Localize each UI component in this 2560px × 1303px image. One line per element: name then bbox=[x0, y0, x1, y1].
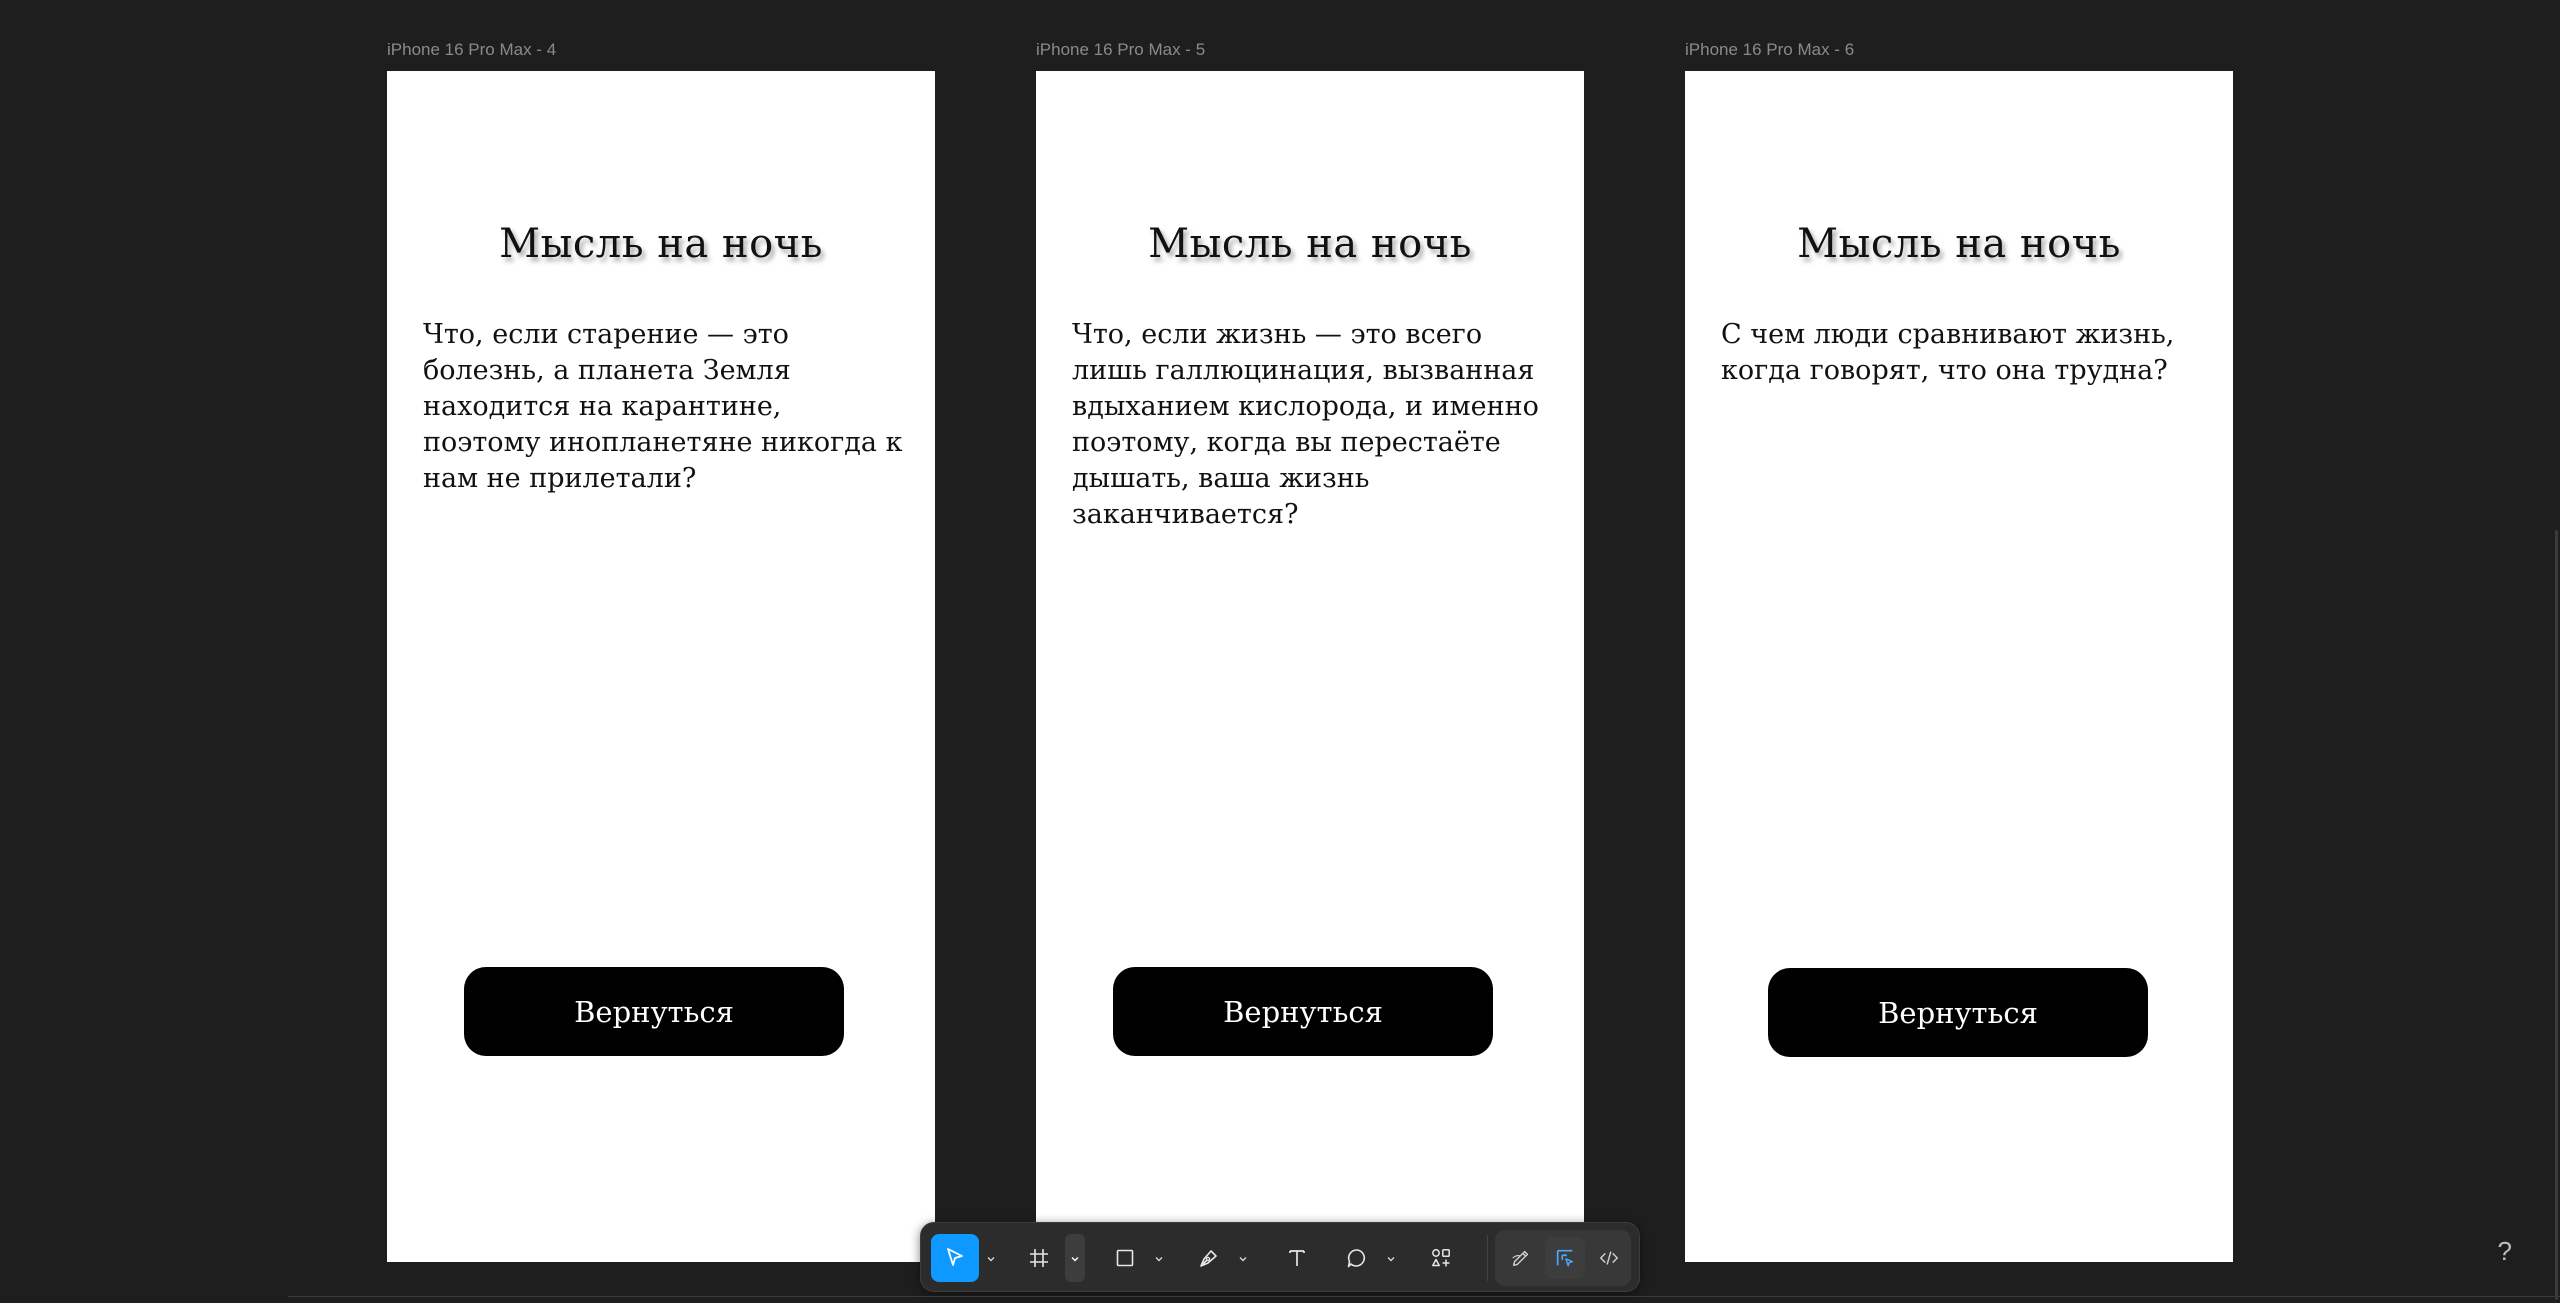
chevron-down-icon bbox=[1386, 1249, 1396, 1268]
actions-icon bbox=[1429, 1246, 1453, 1270]
design-mode-button[interactable] bbox=[1545, 1237, 1585, 1279]
dev-mode-icon bbox=[1598, 1247, 1620, 1269]
shape-tool-dropdown[interactable] bbox=[1149, 1234, 1169, 1282]
move-icon bbox=[943, 1246, 967, 1270]
actions-button[interactable] bbox=[1417, 1234, 1465, 1282]
rectangle-icon bbox=[1113, 1246, 1137, 1270]
return-button[interactable]: Вернуться bbox=[464, 967, 844, 1056]
frame-label-4[interactable]: iPhone 16 Pro Max - 4 bbox=[387, 40, 556, 60]
toolbar-divider bbox=[1487, 1235, 1488, 1281]
chevron-down-icon bbox=[986, 1249, 996, 1268]
comment-tool-dropdown[interactable] bbox=[1381, 1234, 1401, 1282]
chevron-down-icon bbox=[1070, 1249, 1080, 1268]
comment-tool-button[interactable] bbox=[1333, 1234, 1381, 1282]
return-button[interactable]: Вернуться bbox=[1113, 967, 1493, 1056]
design-canvas[interactable]: iPhone 16 Pro Max - 4 Мысль на ночь Что,… bbox=[0, 0, 2560, 1303]
frame-title: Мысль на ночь bbox=[1797, 221, 2121, 267]
text-icon bbox=[1285, 1246, 1309, 1270]
phone-frame-5[interactable]: Мысль на ночь Что, если жизнь — это всег… bbox=[1036, 71, 1584, 1262]
frame-title: Мысль на ночь bbox=[499, 221, 823, 267]
draw-mode-button[interactable] bbox=[1501, 1234, 1541, 1282]
help-button[interactable]: ? bbox=[2498, 1236, 2512, 1267]
text-tool-button[interactable] bbox=[1273, 1234, 1321, 1282]
pen-tool-button[interactable] bbox=[1185, 1234, 1233, 1282]
chevron-down-icon bbox=[1238, 1249, 1248, 1268]
thought-text: Что, если старение — это болезнь, а план… bbox=[423, 319, 903, 494]
bottom-toolbar bbox=[920, 1222, 1640, 1292]
phone-frame-6[interactable]: Мысль на ночь С чем люди сравнивают жизн… bbox=[1685, 71, 2233, 1262]
thought-text: Что, если жизнь — это всего лишь галлюци… bbox=[1072, 319, 1539, 530]
thought-text: С чем люди сравнивают жизнь, когда говор… bbox=[1721, 319, 2175, 386]
draw-mode-icon bbox=[1510, 1247, 1532, 1269]
move-tool-button[interactable] bbox=[931, 1234, 979, 1282]
frame-tool-dropdown[interactable] bbox=[1065, 1234, 1085, 1282]
return-button[interactable]: Вернуться bbox=[1768, 968, 2148, 1057]
phone-frame-4[interactable]: Мысль на ночь Что, если старение — это б… bbox=[387, 71, 935, 1262]
design-mode-icon bbox=[1554, 1247, 1576, 1269]
frame-label-6[interactable]: iPhone 16 Pro Max - 6 bbox=[1685, 40, 1854, 60]
vertical-scrollbar[interactable] bbox=[2555, 530, 2558, 1300]
bottom-divider bbox=[288, 1296, 2560, 1297]
shape-tool-button[interactable] bbox=[1101, 1234, 1149, 1282]
frame-icon bbox=[1027, 1246, 1051, 1270]
frame-title: Мысль на ночь bbox=[1148, 221, 1472, 267]
frame-tool-button[interactable] bbox=[1015, 1234, 1063, 1282]
move-tool-dropdown[interactable] bbox=[981, 1234, 1001, 1282]
chevron-down-icon bbox=[1154, 1249, 1164, 1268]
pen-tool-dropdown[interactable] bbox=[1233, 1234, 1253, 1282]
frame-label-5[interactable]: iPhone 16 Pro Max - 5 bbox=[1036, 40, 1205, 60]
dev-mode-button[interactable] bbox=[1589, 1234, 1629, 1282]
comment-icon bbox=[1345, 1246, 1369, 1270]
pen-icon bbox=[1197, 1246, 1221, 1270]
